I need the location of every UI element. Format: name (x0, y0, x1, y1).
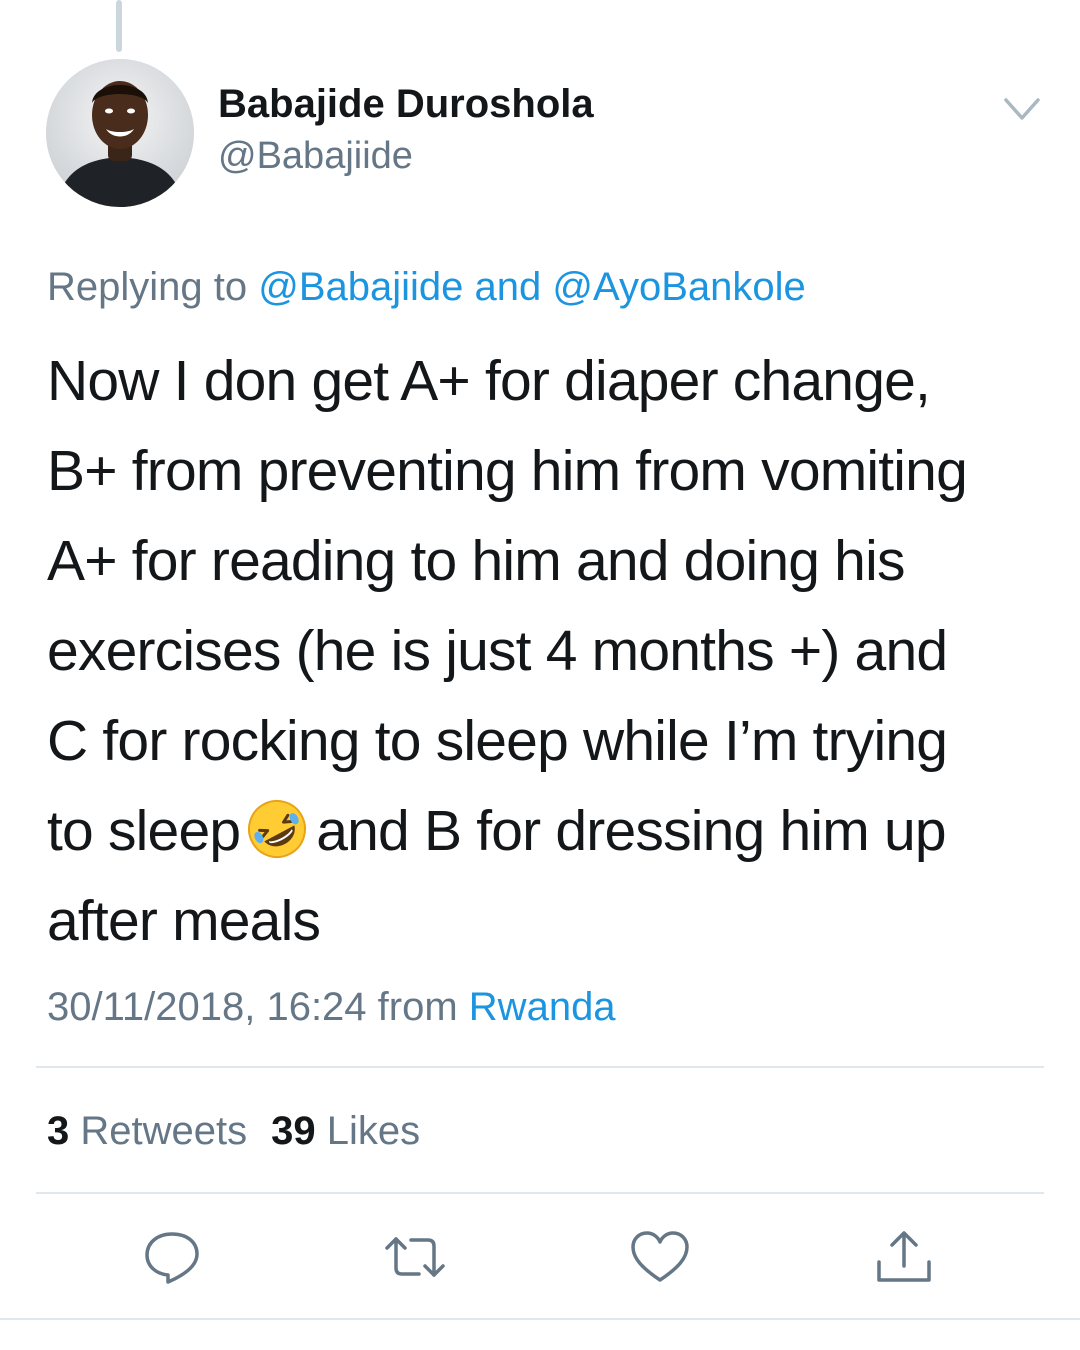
likes-label: Likes (326, 1109, 421, 1153)
tweet-text-line: C for rocking to sleep while I’m trying (47, 709, 948, 773)
author-handle[interactable]: @Babajiide (218, 135, 413, 178)
tweet-text-line: B+ from preventing him from vomiting (47, 439, 968, 503)
tweet-stats: 3 Retweets 39 Likes (47, 1109, 420, 1154)
tweet-text-segment: to sleep (47, 799, 241, 863)
mention-conjunction[interactable]: and (463, 265, 552, 309)
tweet-location-link[interactable]: Rwanda (469, 985, 616, 1029)
tweet-text-line: Now I don get A+ for diaper change, (47, 349, 931, 413)
divider (36, 1192, 1044, 1194)
tweet-text-line: A+ for reading to him and doing his (47, 529, 905, 593)
tweet-text-line: exercises (he is just 4 months +) and (47, 619, 948, 683)
retweet-button[interactable] (383, 1228, 447, 1286)
like-button[interactable] (628, 1228, 692, 1286)
likes-count: 39 (271, 1109, 316, 1153)
divider (36, 1066, 1044, 1068)
divider (0, 1318, 1080, 1320)
like-icon (631, 1231, 689, 1282)
tweet-timestamp[interactable]: 30/11/2018, 16:24 (47, 985, 367, 1029)
share-icon (877, 1231, 931, 1282)
author-display-name[interactable]: Babajide Duroshola (218, 82, 594, 127)
tweet-text-line: after meals (47, 889, 321, 953)
rolling-on-the-floor-laughing-emoji-icon (246, 796, 308, 858)
chevron-down-icon[interactable] (1000, 92, 1044, 128)
retweets-label: Retweets (80, 1109, 248, 1153)
replying-to-prefix: Replying to (47, 265, 259, 309)
tweet-text: Now I don get A+ for diaper change, B+ f… (47, 336, 1047, 966)
avatar[interactable] (46, 59, 194, 207)
tweet-text-line-with-emoji: to sleep and B for dressing him up (47, 786, 1047, 876)
share-button[interactable] (872, 1228, 936, 1286)
reply-button[interactable] (140, 1228, 204, 1286)
mention-link-babajiide[interactable]: @Babajiide (258, 265, 463, 309)
retweet-icon (385, 1237, 445, 1277)
likes-stat[interactable]: 39 Likes (271, 1109, 420, 1153)
mention-link-ayobankole[interactable]: @AyoBankole (552, 265, 805, 309)
tweet-meta: 30/11/2018, 16:24 from Rwanda (47, 985, 616, 1030)
tweet-from-label: from (366, 985, 469, 1029)
reply-icon (145, 1232, 199, 1284)
retweets-stat[interactable]: 3 Retweets (47, 1109, 247, 1153)
replying-to-line: Replying to @Babajiide and @AyoBankole (47, 265, 806, 310)
tweet-text-segment: and B for dressing him up (316, 799, 946, 863)
retweets-count: 3 (47, 1109, 70, 1153)
avatar-image (46, 59, 194, 207)
thread-connector-line (116, 0, 122, 52)
